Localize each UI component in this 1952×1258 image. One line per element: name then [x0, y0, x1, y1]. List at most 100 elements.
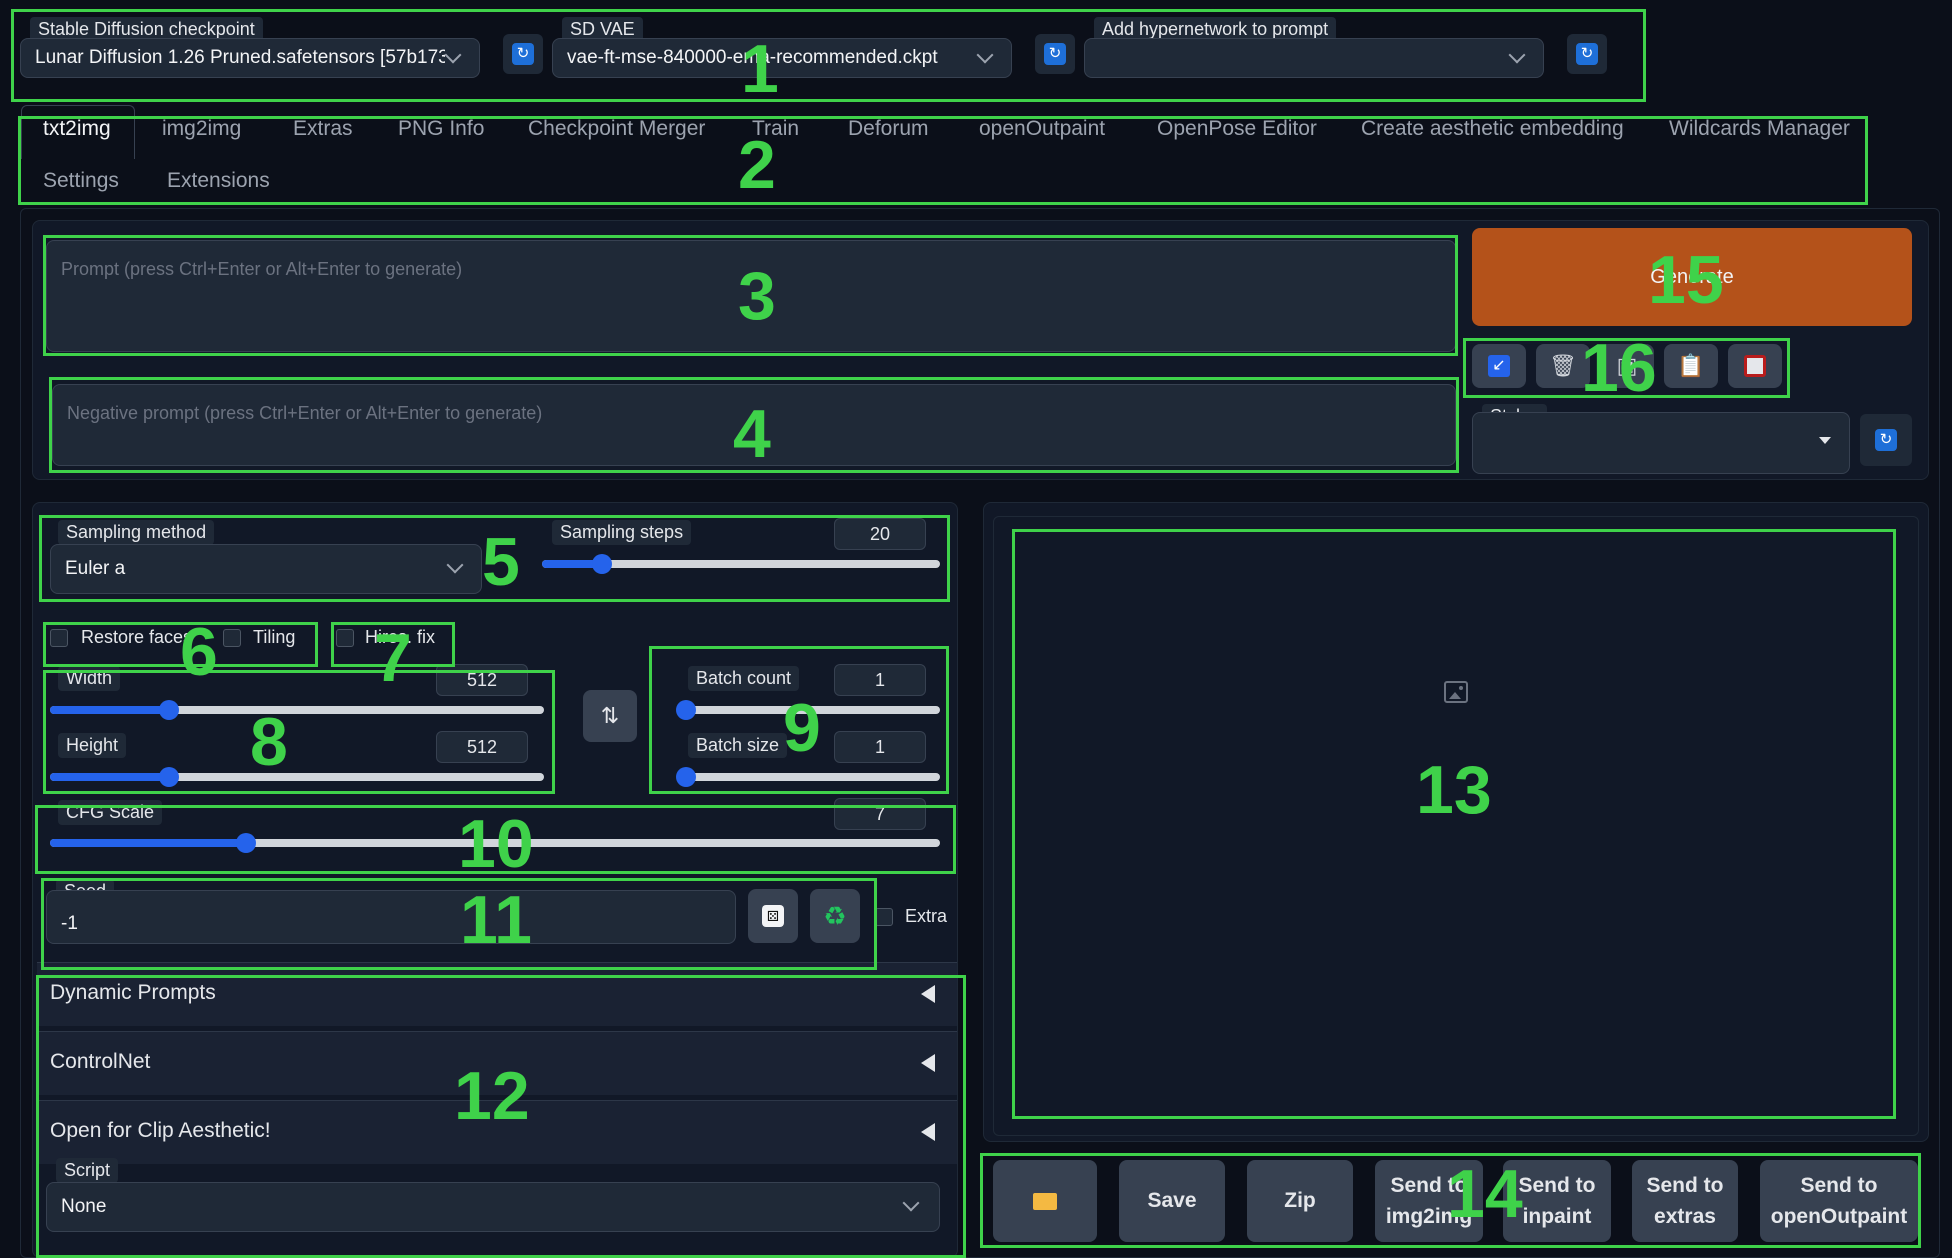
refresh-icon: ↻ — [1875, 429, 1897, 451]
tab-openoutpaint[interactable]: openOutpaint — [979, 117, 1105, 141]
send-to-extras-label: Send to extras — [1646, 1173, 1724, 1229]
sampling-method-value: Euler a — [65, 558, 126, 579]
hypernetwork-dropdown[interactable] — [1084, 38, 1544, 78]
refresh-hypernetwork-button[interactable]: ↻ — [1567, 34, 1607, 74]
zip-label: Zip — [1284, 1189, 1316, 1213]
swap-dimensions-button[interactable]: ⇅ — [583, 690, 637, 742]
prompt-input[interactable]: Prompt (press Ctrl+Enter or Alt+Enter to… — [46, 240, 1456, 352]
caret-left-icon — [921, 1123, 935, 1141]
sampling-steps-slider[interactable] — [542, 554, 940, 574]
vae-dropdown[interactable]: vae-ft-mse-840000-ema-recommended.ckpt — [552, 38, 1012, 78]
width-slider[interactable] — [50, 700, 544, 720]
slider-thumb[interactable] — [676, 700, 696, 720]
caret-left-icon — [921, 1054, 935, 1072]
floppy-disk-icon — [1744, 355, 1766, 377]
negative-prompt-input[interactable]: Negative prompt (press Ctrl+Enter or Alt… — [52, 384, 1456, 466]
accordion-title: Open for Clip Aesthetic! — [50, 1119, 271, 1142]
send-to-extras-button[interactable]: Send to extras — [1632, 1160, 1738, 1242]
sampling-steps-input[interactable]: 20 — [834, 518, 926, 550]
refresh-icon: ↻ — [512, 43, 534, 65]
height-fill — [50, 773, 169, 781]
extra-networks-button[interactable]: ▣ — [1600, 344, 1654, 388]
height-label: Height — [58, 733, 127, 758]
batch-size-label: Batch size — [688, 733, 788, 758]
script-dropdown[interactable]: None — [46, 1182, 940, 1232]
slider-thumb[interactable] — [158, 767, 179, 787]
slider-thumb[interactable] — [676, 767, 696, 787]
tab-create-aesthetic-embedding[interactable]: Create aesthetic embedding — [1361, 117, 1624, 141]
open-folder-button[interactable] — [993, 1160, 1097, 1242]
hires-fix-label: Hires. fix — [365, 627, 436, 647]
chevron-down-icon — [902, 1194, 920, 1212]
cfg-scale-input[interactable]: 7 — [834, 798, 926, 830]
refresh-checkpoint-button[interactable]: ↻ — [503, 34, 543, 74]
tiling-checkbox[interactable] — [223, 629, 241, 647]
zip-button[interactable]: Zip — [1247, 1160, 1353, 1242]
batch-size-slider[interactable] — [676, 767, 940, 787]
slider-thumb[interactable] — [235, 833, 256, 853]
send-to-img2img-button[interactable]: Send to img2img — [1375, 1160, 1483, 1242]
tab-wildcards-manager[interactable]: Wildcards Manager — [1669, 117, 1850, 141]
sampling-method-label: Sampling method — [58, 520, 215, 545]
slider-thumb[interactable] — [158, 700, 179, 720]
save-style-button[interactable] — [1728, 344, 1782, 388]
prompt-placeholder: Prompt (press Ctrl+Enter or Alt+Enter to… — [61, 259, 463, 279]
accordion-title: ControlNet — [50, 1050, 151, 1073]
send-to-inpaint-label: Send to inpaint — [1518, 1173, 1596, 1229]
restore-faces-checkbox[interactable] — [50, 629, 68, 647]
batch-size-input[interactable]: 1 — [834, 731, 926, 763]
height-input[interactable]: 512 — [436, 731, 528, 763]
tab-train[interactable]: Train — [752, 117, 799, 141]
swap-arrows-icon: ⇅ — [600, 703, 620, 728]
cfg-scale-label: CFG Scale — [58, 800, 163, 825]
accordion-controlnet[interactable]: ControlNet — [37, 1031, 957, 1095]
batch-count-slider[interactable] — [676, 700, 940, 720]
cfg-scale-fill — [50, 839, 246, 847]
styles-dropdown[interactable] — [1472, 412, 1850, 474]
chevron-down-icon — [976, 46, 994, 64]
script-label: Script — [56, 1158, 119, 1183]
folder-icon — [1033, 1192, 1057, 1210]
tab-extras[interactable]: Extras — [293, 117, 353, 141]
batch-count-input[interactable]: 1 — [834, 664, 926, 696]
extra-seed-checkbox[interactable] — [875, 908, 893, 926]
refresh-vae-button[interactable]: ↻ — [1035, 34, 1075, 74]
width-input[interactable]: 512 — [436, 664, 528, 696]
batch-count-label: Batch count — [688, 666, 800, 691]
refresh-icon: ↻ — [1576, 43, 1598, 65]
tab-deforum[interactable]: Deforum — [848, 117, 929, 141]
send-to-openoutpaint-button[interactable]: Send to openOutpaint — [1760, 1160, 1918, 1242]
tab-openpose-editor[interactable]: OpenPose Editor — [1157, 117, 1317, 141]
caret-down-icon — [1819, 437, 1831, 444]
hires-fix-checkbox[interactable] — [336, 629, 354, 647]
apply-style-button[interactable]: 📋 — [1664, 344, 1718, 388]
caret-left-icon — [921, 985, 935, 1003]
chevron-down-icon — [446, 556, 464, 574]
tab-settings[interactable]: Settings — [43, 169, 119, 193]
restore-faces-label: Restore faces — [81, 627, 193, 647]
tab-png-info[interactable]: PNG Info — [398, 117, 484, 141]
random-seed-button[interactable]: ⚄ — [748, 889, 798, 943]
clear-prompt-button[interactable]: 🗑 — [1536, 344, 1590, 388]
slider-thumb[interactable] — [591, 554, 612, 574]
tab-txt2img[interactable]: txt2img — [43, 117, 111, 141]
extra-seed-label: Extra — [905, 906, 948, 926]
reuse-seed-button[interactable]: ♻ — [810, 889, 860, 943]
tab-checkpoint-merger[interactable]: Checkpoint Merger — [528, 117, 705, 141]
checkpoint-dropdown[interactable]: Lunar Diffusion 1.26 Pruned.safetensors … — [20, 38, 480, 78]
height-slider[interactable] — [50, 767, 544, 787]
refresh-styles-button[interactable]: ↻ — [1860, 414, 1912, 466]
read-params-button[interactable]: ↙ — [1472, 344, 1526, 388]
generate-button[interactable]: Generate — [1472, 228, 1912, 326]
tab-img2img[interactable]: img2img — [162, 117, 241, 141]
send-to-inpaint-button[interactable]: Send to inpaint — [1503, 1160, 1611, 1242]
accordion-clip-aesthetic[interactable]: Open for Clip Aesthetic! — [37, 1100, 957, 1164]
seed-input[interactable]: -1 — [46, 890, 736, 944]
save-button[interactable]: Save — [1119, 1160, 1225, 1242]
refresh-icon: ↻ — [1044, 43, 1066, 65]
accordion-dynamic-prompts[interactable]: Dynamic Prompts — [37, 962, 957, 1026]
tab-extensions[interactable]: Extensions — [167, 169, 270, 193]
cfg-scale-slider[interactable] — [50, 833, 940, 853]
sampling-method-dropdown[interactable]: Euler a — [50, 544, 482, 594]
image-placeholder-icon — [1444, 681, 1468, 703]
